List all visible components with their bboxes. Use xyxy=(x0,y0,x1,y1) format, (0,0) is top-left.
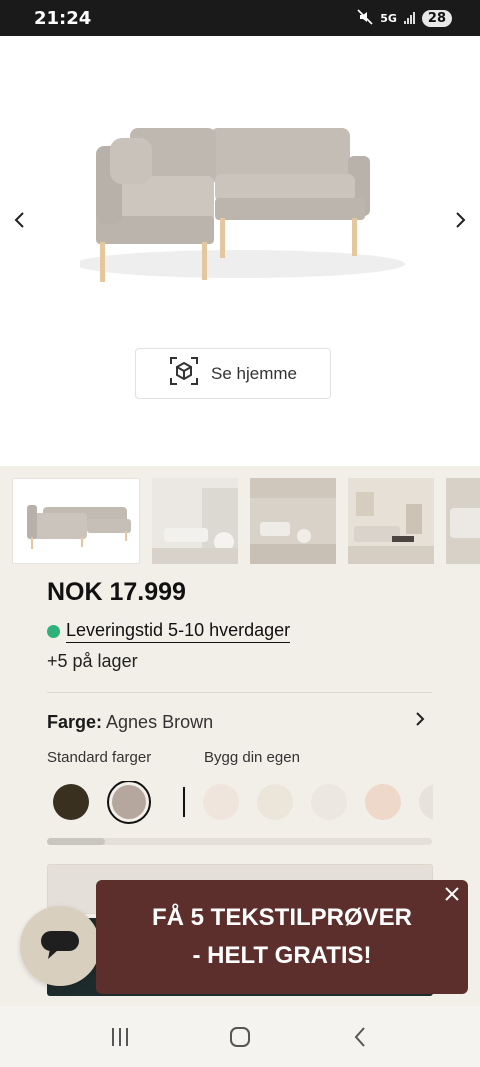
network-label: 5G xyxy=(380,11,397,25)
promo-banner[interactable]: FÅ 5 TEKSTILPRØVER - HELT GRATIS! xyxy=(96,880,468,994)
chevron-right-icon[interactable] xyxy=(448,208,472,232)
close-icon[interactable] xyxy=(444,886,460,905)
recent-apps-icon[interactable] xyxy=(105,1022,135,1052)
system-nav-bar xyxy=(0,1006,480,1067)
status-time: 21:24 xyxy=(34,7,92,29)
delivery-info[interactable]: Leveringstid 5-10 hverdager xyxy=(47,620,291,643)
mute-icon xyxy=(357,8,373,28)
sofa-image xyxy=(80,128,405,282)
swatch-separator xyxy=(183,787,185,817)
thumbnail-2[interactable] xyxy=(152,478,238,564)
chat-button[interactable] xyxy=(20,906,100,986)
swatch-custom-3[interactable] xyxy=(311,784,347,820)
thumbnail-strip[interactable] xyxy=(12,478,480,564)
chevron-left-icon[interactable] xyxy=(8,208,32,232)
promo-line-1: FÅ 5 TEKSTILPRØVER xyxy=(151,904,413,931)
swatch-custom-2[interactable] xyxy=(257,784,293,820)
swatch-custom-5[interactable] xyxy=(419,784,433,820)
see-at-home-label: Se hjemme xyxy=(211,363,297,383)
in-stock-dot-icon xyxy=(47,625,60,638)
custom-colors-label: Bygg din egen xyxy=(204,749,300,766)
product-gallery: Se hjemme xyxy=(0,36,480,466)
thumbnail-3[interactable] xyxy=(250,478,336,564)
thumbnail-1[interactable] xyxy=(12,478,140,564)
chat-bubble-icon xyxy=(40,927,80,966)
swatch-custom-1[interactable] xyxy=(203,784,239,820)
see-at-home-button[interactable]: Se hjemme xyxy=(135,348,331,399)
swatch-custom-4[interactable] xyxy=(365,784,401,820)
swatch-scrollbar-thumb[interactable] xyxy=(47,838,105,845)
color-key: Farge: xyxy=(47,711,103,732)
delivery-time-link[interactable]: Leveringstid 5-10 hverdager xyxy=(66,620,291,643)
home-icon[interactable] xyxy=(225,1022,255,1052)
stock-status: +5 på lager xyxy=(47,651,138,671)
back-icon[interactable] xyxy=(345,1022,375,1052)
status-bar: 21:24 5G 28 xyxy=(0,0,480,36)
chevron-right-icon[interactable] xyxy=(414,710,426,734)
promo-line-2: - HELT GRATIS! xyxy=(192,942,372,969)
product-price: NOK 17.999 xyxy=(47,578,186,606)
thumbnail-5[interactable] xyxy=(446,478,480,564)
color-swatches xyxy=(47,781,433,825)
swatch-scrollbar[interactable] xyxy=(47,838,432,845)
ar-cube-icon xyxy=(169,356,199,391)
swatch-dark-brown[interactable] xyxy=(53,784,89,820)
color-selector-row[interactable]: Farge: Agnes Brown xyxy=(47,710,432,734)
standard-colors-label: Standard farger xyxy=(47,749,152,766)
thumbnail-4[interactable] xyxy=(348,478,434,564)
divider xyxy=(47,692,432,693)
color-value: Agnes Brown xyxy=(106,711,214,732)
swatch-agnes-brown-selected[interactable] xyxy=(107,781,151,824)
battery-indicator: 28 xyxy=(421,9,452,27)
status-icons: 5G 28 xyxy=(357,8,452,28)
signal-icon xyxy=(403,12,415,24)
